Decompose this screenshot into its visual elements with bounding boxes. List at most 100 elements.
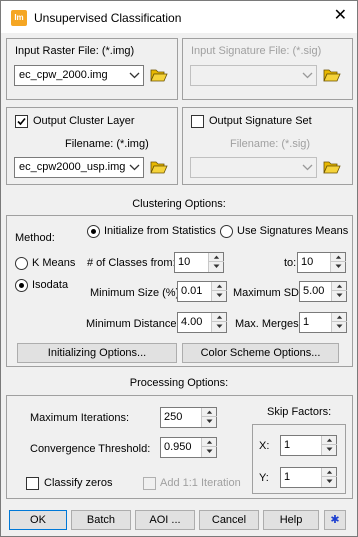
max-sd-label: Maximum SD:	[233, 287, 303, 299]
max-sd-stepper[interactable]: 5.00	[299, 281, 347, 302]
min-size-label: Minimum Size (%):	[90, 287, 183, 299]
ok-button[interactable]: OK	[9, 510, 67, 530]
convergence-threshold-label: Convergence Threshold:	[30, 443, 151, 455]
dialog-window: Im Unsupervised Classification ✕ Input R…	[0, 0, 358, 537]
output-signature-checkbox[interactable]	[191, 115, 204, 128]
stepper-buttons	[321, 468, 337, 487]
stepper-buttons	[321, 436, 337, 455]
clustering-heading-wrap: Clustering Options:	[1, 198, 357, 210]
initializing-options-button[interactable]: Initializing Options...	[17, 343, 177, 363]
arrow-up-icon[interactable]	[209, 253, 224, 262]
output-signature-filename-label: Filename: (*.sig)	[230, 138, 311, 150]
min-distance-stepper[interactable]: 4.00	[177, 312, 227, 333]
radio-kmeans[interactable]	[15, 257, 28, 270]
skip-y-value: 1	[284, 471, 291, 483]
radio-use-sig-label: Use Signatures Means	[237, 225, 349, 237]
skip-y-label: Y:	[259, 472, 269, 484]
arrow-down-icon[interactable]	[209, 262, 224, 271]
input-raster-value: ec_cpw_2000.img	[19, 69, 108, 81]
arrow-up-icon[interactable]	[202, 438, 217, 447]
window-title: Unsupervised Classification	[34, 11, 182, 25]
folder-open-icon[interactable]	[150, 67, 168, 83]
radio-use-sig[interactable]	[220, 225, 233, 238]
stepper-buttons	[211, 313, 227, 332]
output-cluster-value: ec_cpw2000_usp.img	[19, 161, 126, 173]
classes-from-value: 10	[178, 256, 191, 268]
arrow-up-icon[interactable]	[202, 408, 217, 417]
color-scheme-options-button[interactable]: Color Scheme Options...	[182, 343, 339, 363]
arrow-down-icon[interactable]	[332, 322, 347, 331]
max-merges-value: 1	[303, 316, 310, 328]
arrow-up-icon[interactable]	[212, 313, 227, 322]
aoi-button[interactable]: AOI ...	[135, 510, 195, 530]
folder-open-icon[interactable]	[323, 67, 341, 83]
max-merges-label: Max. Merges:	[235, 318, 302, 330]
max-merges-stepper[interactable]: 1	[299, 312, 347, 333]
cancel-button[interactable]: Cancel	[199, 510, 259, 530]
input-raster-group: Input Raster File: (*.img) ec_cpw_2000.i…	[6, 38, 178, 100]
max-iterations-value: 250	[164, 411, 183, 423]
min-distance-label: Minimum Distance:	[86, 318, 180, 330]
chevron-down-icon	[302, 72, 313, 79]
skip-y-stepper[interactable]: 1	[280, 467, 337, 488]
output-cluster-combo[interactable]: ec_cpw2000_usp.img	[14, 157, 144, 178]
output-cluster-filename-label: Filename: (*.img)	[65, 138, 149, 150]
star-icon[interactable]: ✱	[324, 510, 346, 530]
folder-open-icon[interactable]	[323, 159, 341, 175]
add-iteration-checkbox[interactable]	[143, 477, 156, 490]
arrow-up-icon[interactable]	[332, 282, 347, 291]
arrow-up-icon[interactable]	[322, 468, 337, 477]
output-signature-group: Output Signature Set Filename: (*.sig)	[182, 107, 353, 185]
classes-from-stepper[interactable]: 10	[174, 252, 224, 273]
title-bar: Im Unsupervised Classification ✕	[1, 1, 357, 33]
min-size-stepper[interactable]: 0.01	[177, 281, 227, 302]
folder-open-icon[interactable]	[150, 159, 168, 175]
arrow-up-icon[interactable]	[322, 436, 337, 445]
min-distance-value: 4.00	[181, 316, 203, 328]
arrow-down-icon[interactable]	[202, 447, 217, 456]
input-signature-combo[interactable]	[190, 65, 317, 86]
arrow-up-icon[interactable]	[331, 253, 346, 262]
method-label: Method:	[15, 232, 55, 244]
output-cluster-label: Output Cluster Layer	[33, 115, 135, 127]
classes-to-stepper[interactable]: 10	[297, 252, 346, 273]
radio-init-stats[interactable]	[87, 225, 100, 238]
arrow-down-icon[interactable]	[331, 262, 346, 271]
arrow-down-icon[interactable]	[332, 291, 347, 300]
arrow-down-icon[interactable]	[212, 291, 227, 300]
skip-x-label: X:	[259, 440, 270, 452]
batch-button[interactable]: Batch	[71, 510, 131, 530]
close-icon[interactable]: ✕	[334, 7, 347, 25]
skip-factors-box: X: 1 Y: 1	[252, 424, 346, 494]
stepper-buttons	[208, 253, 224, 272]
input-signature-label: Input Signature File: (*.sig)	[191, 45, 322, 57]
classes-to-value: 10	[301, 256, 314, 268]
classes-from-label: # of Classes from:	[87, 257, 176, 269]
radio-isodata[interactable]	[15, 279, 28, 292]
app-icon: Im	[11, 10, 27, 26]
processing-group: Maximum Iterations: 250 Convergence Thre…	[6, 395, 353, 499]
skip-x-stepper[interactable]: 1	[280, 435, 337, 456]
help-button[interactable]: Help	[263, 510, 319, 530]
input-raster-combo[interactable]: ec_cpw_2000.img	[14, 65, 144, 86]
clustering-group: Method: Initialize from Statistics Use S…	[6, 215, 353, 367]
arrow-up-icon[interactable]	[332, 313, 347, 322]
max-iterations-stepper[interactable]: 250	[160, 407, 217, 428]
output-cluster-group: Output Cluster Layer Filename: (*.img) e…	[6, 107, 178, 185]
radio-isodata-label: Isodata	[32, 279, 69, 291]
output-signature-combo[interactable]	[190, 157, 317, 178]
convergence-threshold-stepper[interactable]: 0.950	[160, 437, 217, 458]
radio-init-stats-label: Initialize from Statistics	[104, 225, 216, 237]
processing-heading: Processing Options:	[129, 377, 229, 389]
arrow-down-icon[interactable]	[322, 445, 337, 454]
skip-x-value: 1	[284, 439, 291, 451]
classify-zeros-checkbox[interactable]	[26, 477, 39, 490]
arrow-down-icon[interactable]	[322, 477, 337, 486]
arrow-down-icon[interactable]	[212, 322, 227, 331]
output-cluster-checkbox[interactable]	[15, 115, 28, 128]
classes-to-label: to:	[284, 257, 297, 269]
checkmark-icon	[17, 117, 26, 126]
arrow-up-icon[interactable]	[212, 282, 227, 291]
stepper-buttons	[201, 408, 217, 427]
arrow-down-icon[interactable]	[202, 417, 217, 426]
